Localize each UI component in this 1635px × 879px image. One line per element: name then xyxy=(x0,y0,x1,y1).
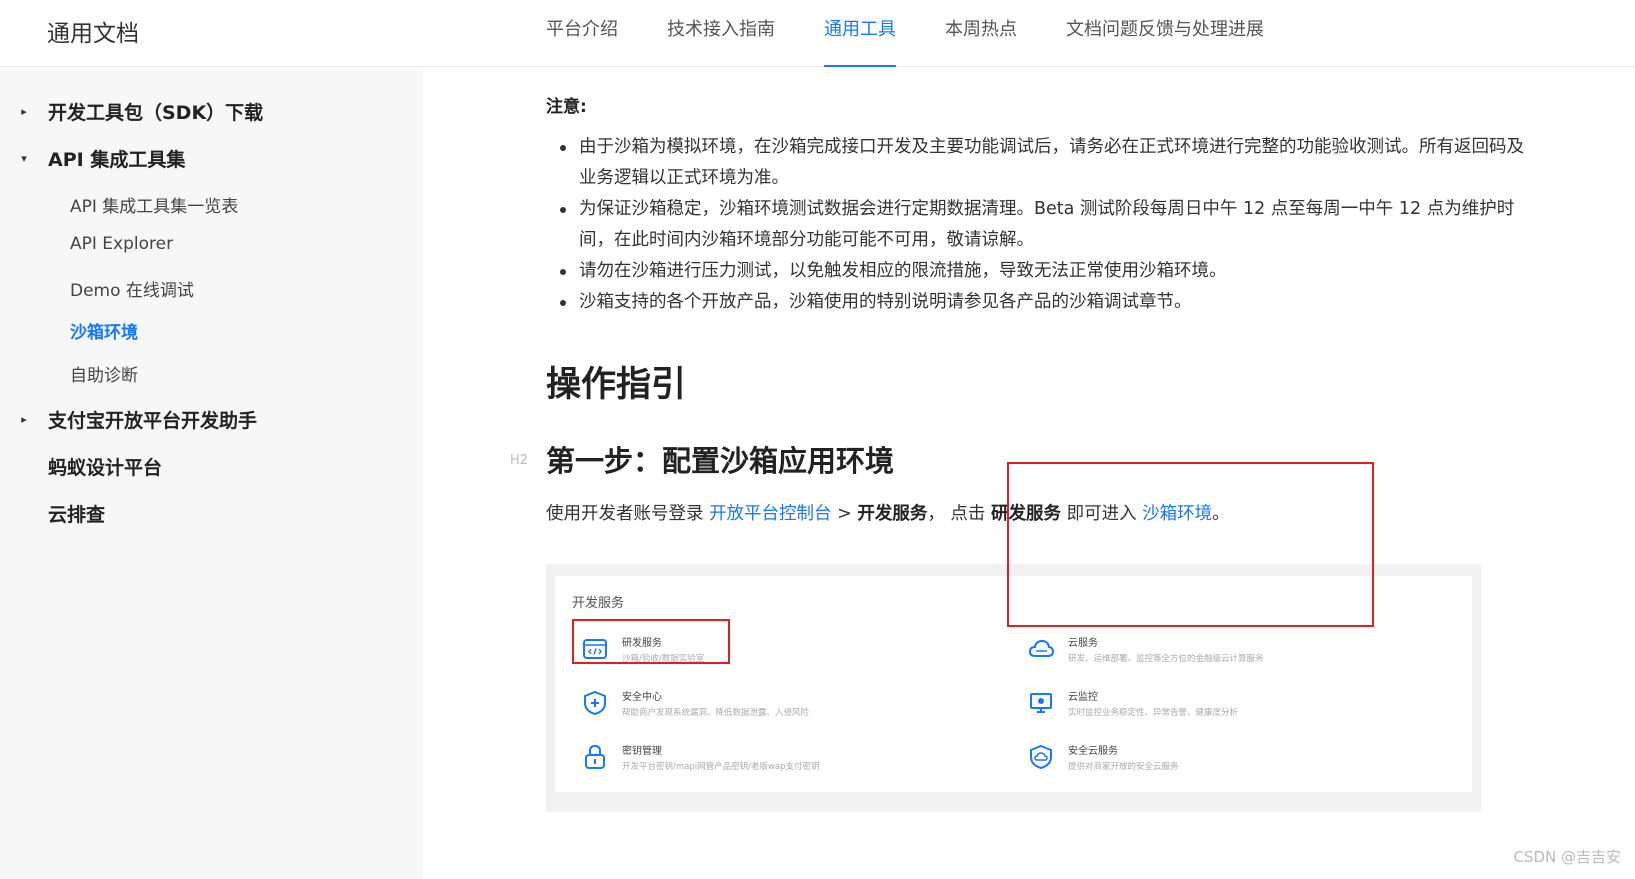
sidebar-item-label: 开发工具包（SDK）下载 xyxy=(48,102,264,124)
section-heading: 操作指引 xyxy=(546,365,687,405)
sidebar-subitem-sandbox[interactable]: 沙箱环境 xyxy=(70,318,138,343)
nav-item-platform-intro[interactable]: 平台介绍 xyxy=(546,0,618,67)
service-name: 密钥管理 xyxy=(622,746,662,757)
service-item-cloud-monitor: 云监控 实时监控业务稳定性、异常告警、健康度分析 xyxy=(1028,688,1408,728)
sidebar-item-ant-design[interactable]: 蚂蚁设计平台 xyxy=(0,453,162,480)
sidebar-item-label: 蚂蚁设计平台 xyxy=(48,457,163,479)
sidebar-subitem-api-explorer[interactable]: API Explorer xyxy=(70,234,173,254)
list-item: 为保证沙箱稳定，沙箱环境测试数据会进行定期数据清理。Beta 测试阶段每周日中午… xyxy=(546,194,1526,256)
heading-level-tag: H2 xyxy=(510,453,529,468)
sidebar: ▸ 开发工具包（SDK）下载 ▾ API 集成工具集 API 集成工具集一览表 AP… xyxy=(0,68,423,879)
highlight-box-annotation xyxy=(1007,462,1374,627)
sidebar-subitem-api-tools-list[interactable]: API 集成工具集一览表 xyxy=(70,192,238,217)
sidebar-item-label: 云排查 xyxy=(48,504,106,526)
para-text: ， 点击 xyxy=(927,504,991,524)
service-name: 云服务 xyxy=(1068,638,1098,649)
service-name: 云监控 xyxy=(1068,692,1098,703)
sidebar-item-api-tools[interactable]: ▾ API 集成工具集 xyxy=(0,145,185,172)
top-bar: 通用文档 平台介绍 技术接入指南 通用工具 本周热点 文档问题反馈与处理进展 xyxy=(0,0,1635,67)
sidebar-subitem-demo-debug[interactable]: Demo 在线调试 xyxy=(70,276,194,301)
para-text: 使用开发者账号登录 xyxy=(546,504,710,524)
brand-title[interactable]: 通用文档 xyxy=(47,14,139,48)
caret-right-icon: ▸ xyxy=(21,105,27,118)
top-nav: 平台介绍 技术接入指南 通用工具 本周热点 文档问题反馈与处理进展 xyxy=(546,0,1313,67)
shield-plus-icon xyxy=(584,690,606,716)
list-item: 沙箱支持的各个开放产品，沙箱使用的特别说明请参见各产品的沙箱调试章节。 xyxy=(546,287,1526,318)
nav-item-feedback[interactable]: 文档问题反馈与处理进展 xyxy=(1066,0,1264,67)
screenshot-title: 开发服务 xyxy=(572,596,625,611)
service-item-key-management: 密钥管理 开发平台密钥/mapi网管产品密钥/老版wap支付密钥 xyxy=(582,742,962,782)
service-desc: 实时监控业务稳定性、异常告警、健康度分析 xyxy=(1068,708,1239,718)
list-item: 请勿在沙箱进行压力测试，以免触发相应的限流措施，导致无法正常使用沙箱环境。 xyxy=(546,256,1526,287)
para-bold: 开发服务 xyxy=(857,504,928,524)
step-heading: 第一步：配置沙箱应用环境 xyxy=(546,444,895,478)
sidebar-item-label: API 集成工具集 xyxy=(48,149,186,171)
nav-item-weekly-hot[interactable]: 本周热点 xyxy=(945,0,1017,67)
monitor-icon xyxy=(1030,693,1052,713)
sidebar-item-label: 支付宝开放平台开发助手 xyxy=(48,410,258,432)
service-item-security-cloud: 安全云服务 提供对商家开放的安全云服务 xyxy=(1028,742,1408,782)
note-list: 由于沙箱为模拟环境，在沙箱完成接口开发及主要功能调试后，请务必在正式环境进行完整… xyxy=(546,132,1526,318)
sidebar-item-dev-assistant[interactable]: ▸ 支付宝开放平台开发助手 xyxy=(0,406,257,433)
shield-cloud-icon xyxy=(1030,744,1052,770)
caret-down-icon: ▾ xyxy=(21,152,27,165)
service-desc: 帮助商户发现系统漏洞、降低数据泄露、入侵风险 xyxy=(622,708,810,718)
caret-right-icon: ▸ xyxy=(21,413,27,426)
console-link[interactable]: 开放平台控制台 xyxy=(709,504,832,524)
watermark: CSDN @吉吉安 xyxy=(1513,848,1621,866)
lock-icon xyxy=(585,744,605,769)
service-desc: 开发平台密钥/mapi网管产品密钥/老版wap支付密钥 xyxy=(622,762,820,772)
service-name: 安全中心 xyxy=(622,692,662,703)
service-desc: 研发、运维部署、监控等全方位的金融级云计算服务 xyxy=(1068,654,1264,664)
sidebar-subitem-self-diagnosis[interactable]: 自助诊断 xyxy=(70,361,138,386)
list-item: 由于沙箱为模拟环境，在沙箱完成接口开发及主要功能调试后，请务必在正式环境进行完整… xyxy=(546,132,1526,194)
para-text: > xyxy=(831,504,858,524)
service-desc: 提供对商家开放的安全云服务 xyxy=(1068,762,1179,772)
highlight-box-rd-service xyxy=(572,619,730,664)
service-item-security-center: 安全中心 帮助商户发现系统漏洞、降低数据泄露、入侵风险 xyxy=(582,688,962,728)
nav-item-general-tools[interactable]: 通用工具 xyxy=(824,0,896,67)
sidebar-item-sdk-download[interactable]: ▸ 开发工具包（SDK）下载 xyxy=(0,98,263,125)
nav-item-tech-guide[interactable]: 技术接入指南 xyxy=(667,0,775,67)
cloud-icon xyxy=(1028,639,1054,657)
sidebar-item-cloud-troubleshoot[interactable]: 云排查 xyxy=(0,500,105,527)
service-name: 安全云服务 xyxy=(1068,746,1118,757)
note-title: 注意: xyxy=(546,97,587,117)
service-item-cloud: 云服务 研发、运维部署、监控等全方位的金融级云计算服务 xyxy=(1028,634,1408,674)
